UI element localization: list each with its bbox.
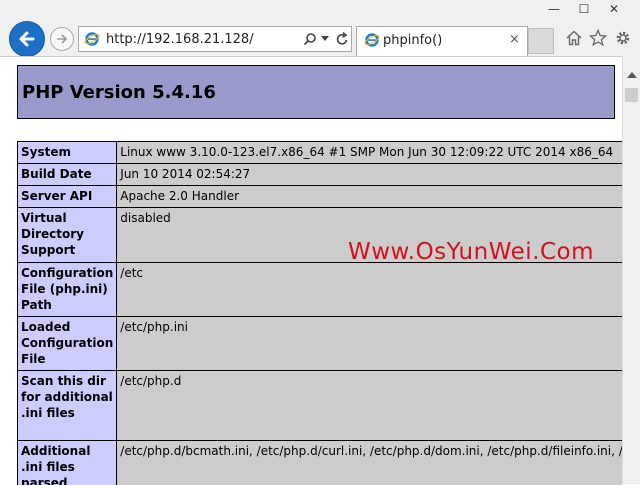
row-key: Virtual Directory Support <box>18 208 117 263</box>
row-key: Loaded Configuration File <box>18 317 117 371</box>
dropdown-icon[interactable] <box>321 36 329 41</box>
row-value: /etc <box>117 263 622 317</box>
forward-arrow-icon <box>55 32 69 46</box>
row-value: Apache 2.0 Handler <box>117 186 622 208</box>
window-close-button[interactable]: ✕ <box>600 0 628 18</box>
address-bar[interactable]: http://192.168.21.128/ <box>78 26 352 52</box>
table-row: System Linux www 3.10.0-123.el7.x86_64 #… <box>18 142 623 164</box>
php-version-header: PHP Version 5.4.16 <box>17 65 615 119</box>
page-title: PHP Version 5.4.16 <box>22 82 216 103</box>
table-row: Configuration File (php.ini) Path /etc <box>18 263 623 317</box>
table-row: Scan this dir for additional .ini files … <box>18 371 623 441</box>
forward-button[interactable] <box>50 27 74 51</box>
row-key: Scan this dir for additional .ini files <box>18 371 117 441</box>
close-icon[interactable]: × <box>509 32 520 47</box>
tab-phpinfo[interactable]: phpinfo() × <box>356 26 528 56</box>
row-key: Configuration File (php.ini) Path <box>18 263 117 317</box>
table-row: Build Date Jun 10 2014 02:54:27 <box>18 164 623 186</box>
maximize-button[interactable]: ☐ <box>570 0 598 18</box>
back-button[interactable] <box>9 21 45 57</box>
new-tab-button[interactable] <box>528 28 554 54</box>
search-icon[interactable] <box>303 32 317 46</box>
row-value: /etc/php.d/bcmath.ini, /etc/php.d/curl.i… <box>117 441 622 485</box>
ie-logo-icon <box>84 31 100 47</box>
tab-title: phpinfo() <box>383 33 442 48</box>
page-content: PHP Version 5.4.16 System Linux www 3.10… <box>0 56 622 485</box>
row-key: Build Date <box>18 164 117 186</box>
phpinfo-table: System Linux www 3.10.0-123.el7.x86_64 #… <box>17 141 622 485</box>
row-value: /etc/php.d <box>117 371 622 441</box>
scroll-thumb[interactable] <box>625 88 638 102</box>
vertical-scrollbar[interactable] <box>622 56 640 484</box>
back-arrow-icon <box>17 29 37 49</box>
row-value: Linux www 3.10.0-123.el7.x86_64 #1 SMP M… <box>117 142 622 164</box>
table-row: Server API Apache 2.0 Handler <box>18 186 623 208</box>
home-icon[interactable] <box>565 29 583 47</box>
scroll-up-icon[interactable] <box>627 72 637 78</box>
row-value: Jun 10 2014 02:54:27 <box>117 164 622 186</box>
gear-icon[interactable] <box>614 29 632 47</box>
table-row: Additional .ini files parsed /etc/php.d/… <box>18 441 623 485</box>
row-key: Server API <box>18 186 117 208</box>
watermark-text: Www.OsYunWei.Com <box>348 239 594 265</box>
ie-logo-icon <box>364 32 380 48</box>
browser-toolbar: — ☐ ✕ http://192.168.21.128/ <box>0 0 640 56</box>
row-key: Additional .ini files parsed <box>18 441 117 485</box>
row-key: System <box>18 142 117 164</box>
minimize-button[interactable]: — <box>540 0 568 18</box>
address-url[interactable]: http://192.168.21.128/ <box>106 32 254 47</box>
star-icon[interactable] <box>589 29 607 47</box>
table-row: Loaded Configuration File /etc/php.ini <box>18 317 623 371</box>
row-value: /etc/php.ini <box>117 317 622 371</box>
refresh-icon[interactable] <box>335 31 349 47</box>
